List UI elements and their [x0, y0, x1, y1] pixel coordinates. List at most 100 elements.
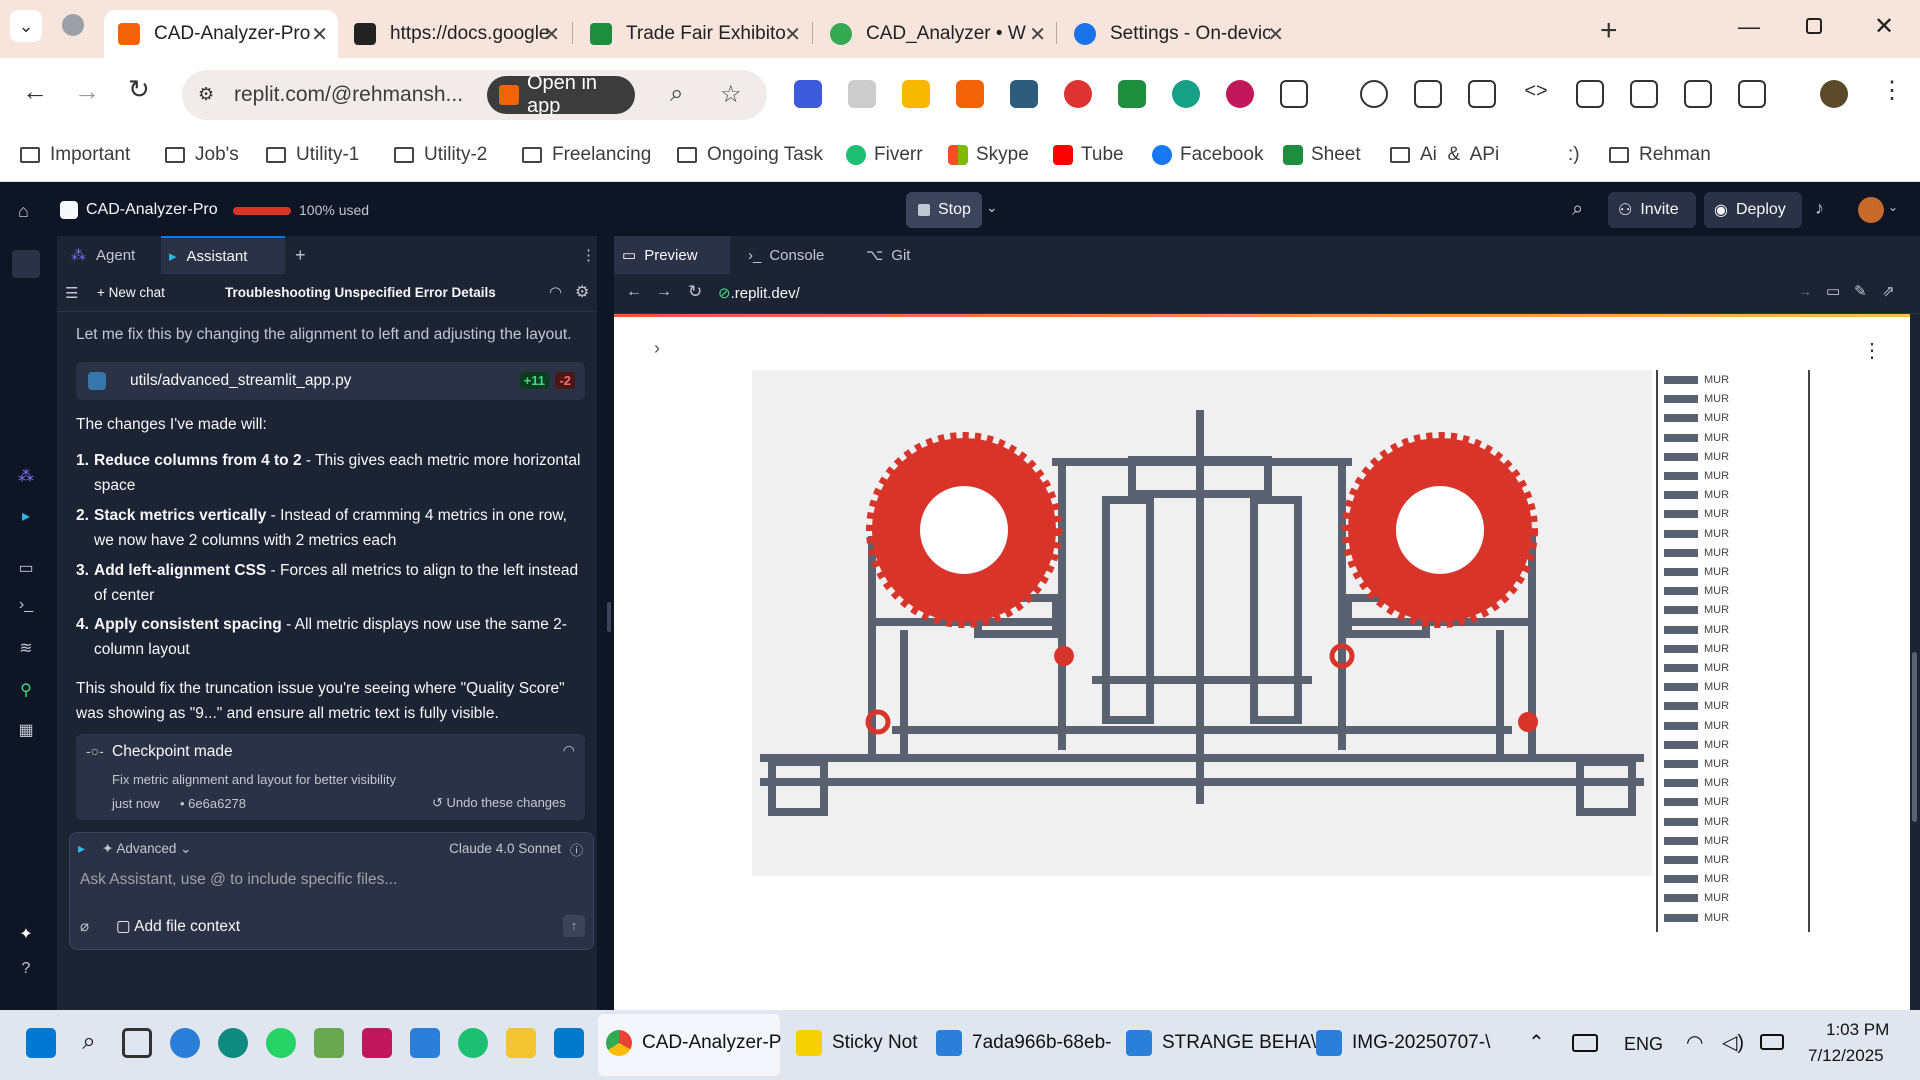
keyboard-icon[interactable] — [1572, 1034, 1598, 1052]
files-icon[interactable] — [12, 250, 40, 278]
close-window-button[interactable]: ✕ — [1874, 12, 1894, 41]
extension-icon[interactable] — [956, 80, 984, 108]
gear-icon[interactable]: ⚙ — [575, 282, 589, 302]
forward-icon[interactable]: → — [656, 283, 672, 301]
tab-preview[interactable]: ▭ Preview — [614, 236, 730, 274]
help-icon[interactable]: ? — [16, 960, 36, 980]
back-button[interactable]: ← — [22, 76, 48, 107]
forward-button[interactable]: → — [74, 76, 100, 107]
list-icon[interactable]: ☰ — [65, 284, 78, 302]
new-chat-button[interactable]: + New chat — [97, 285, 165, 300]
back-icon[interactable]: ← — [626, 283, 642, 301]
minimize-button[interactable]: — — [1738, 14, 1760, 40]
invite-button[interactable]: ⚇ Invite — [1608, 192, 1696, 228]
console-icon[interactable]: ›_ — [16, 596, 36, 616]
preview-url[interactable]: ⊘.replit.dev/ — [718, 284, 800, 302]
bookmark-fiverr[interactable]: Fiverr — [846, 144, 923, 166]
bookmark-rehman[interactable]: Rehman — [1609, 144, 1711, 166]
puzzle-icon[interactable] — [1280, 80, 1308, 108]
model-name[interactable]: Claude 4.0 Sonnet — [449, 841, 561, 856]
taskbar-app-image-1[interactable]: 7ada966b-68eb- — [936, 1030, 1111, 1056]
extension-icon[interactable] — [794, 80, 822, 108]
app-menu-icon[interactable]: ⋮ — [1862, 338, 1882, 363]
bookmark-ongoing-task[interactable]: Ongoing Task — [677, 144, 823, 166]
tab-trade-fair[interactable]: Trade Fair Exhibitor Dat ✕ — [576, 10, 811, 58]
pane-resizer[interactable] — [607, 602, 611, 632]
extension-icon[interactable] — [1010, 80, 1038, 108]
extension-icon[interactable] — [1064, 80, 1092, 108]
reading-list-icon[interactable] — [1630, 80, 1658, 108]
apps-icon[interactable]: ▦ — [16, 720, 36, 740]
tab-search-button[interactable]: ⌄ — [10, 10, 42, 42]
fiverr-icon[interactable] — [458, 1028, 488, 1058]
whatsapp-icon[interactable] — [266, 1028, 296, 1058]
tab-console[interactable]: ›_ Console — [740, 236, 846, 274]
address-bar[interactable]: ⚙ replit.com/@rehmansh... Open in app ⌕ … — [182, 70, 767, 120]
site-settings-icon[interactable]: ⚙ — [198, 84, 214, 105]
stop-button[interactable]: Stop — [906, 192, 982, 228]
chevron-down-icon[interactable]: ⌄ — [1888, 200, 1898, 214]
reload-button[interactable]: ↻ — [128, 74, 150, 105]
agent-icon[interactable]: ⁂ — [16, 466, 36, 486]
reload-icon[interactable]: ↻ — [688, 282, 702, 302]
wrench-icon[interactable]: ✎ — [1854, 282, 1867, 300]
search-icon[interactable]: ⌕ — [74, 1028, 104, 1058]
chevron-down-icon[interactable]: ⌄ — [986, 199, 998, 216]
ublock-icon[interactable] — [1226, 80, 1254, 108]
edge-icon[interactable] — [218, 1028, 248, 1058]
new-tab-button[interactable]: + — [1600, 14, 1618, 48]
avatar[interactable] — [1858, 197, 1884, 223]
code-icon[interactable]: <> — [1522, 80, 1550, 108]
add-tab-button[interactable]: + — [295, 236, 306, 274]
extension-icon[interactable] — [902, 80, 930, 108]
git-icon[interactable]: ⚲ — [16, 680, 36, 700]
bookmark-star-icon[interactable]: ☆ — [720, 80, 742, 109]
search-icon[interactable]: ⌕ — [1572, 198, 1583, 221]
vscode-icon[interactable] — [554, 1028, 584, 1058]
advanced-dropdown[interactable]: ✦ Advanced ⌄ — [102, 841, 191, 857]
bookmark-important[interactable]: Important — [20, 144, 130, 166]
battery-icon[interactable] — [1760, 1034, 1784, 1050]
clock-date[interactable]: 7/12/2025 — [1808, 1046, 1884, 1066]
speed-icon[interactable]: ◠ — [549, 283, 562, 301]
volume-icon[interactable]: ◁) — [1722, 1030, 1744, 1055]
globe-icon[interactable] — [62, 14, 84, 36]
bookmark-sheet[interactable]: Sheet — [1283, 144, 1361, 166]
taskbar-app-sticky[interactable]: Sticky Not — [796, 1030, 918, 1056]
taskbar-app-chrome-label[interactable]: CAD-Analyzer-P — [606, 1030, 781, 1056]
paperclip-icon[interactable]: ⌀ — [80, 917, 89, 935]
sidebar-expand-icon[interactable]: › — [654, 338, 660, 359]
tab-cad-analyzer[interactable]: CAD-Analyzer-Pro - Re ✕ — [104, 10, 338, 58]
menu-icon[interactable]: ⋮ — [1880, 76, 1904, 105]
bookmark-facebook[interactable]: Facebook — [1152, 144, 1263, 166]
bookmark-utility-2[interactable]: Utility-2 — [394, 144, 487, 166]
chevron-down-icon[interactable]: ⌄ — [487, 283, 497, 297]
preview-icon[interactable]: ▭ — [16, 558, 36, 578]
clock-time[interactable]: 1:03 PM — [1826, 1020, 1889, 1040]
copilot-icon[interactable] — [170, 1028, 200, 1058]
more-icon[interactable]: ⋮ — [581, 236, 596, 274]
extension-icon[interactable] — [848, 80, 876, 108]
file-change-card[interactable]: utils/advanced_streamlit_app.py +11 -2 — [76, 362, 585, 400]
extension-icon[interactable] — [1118, 80, 1146, 108]
bell-icon[interactable]: ♪ — [1815, 198, 1824, 219]
bookmark-smile[interactable]: :) — [1568, 144, 1580, 166]
send-button[interactable]: ↑ — [563, 915, 585, 937]
new-window-icon[interactable]: ⇗ — [1882, 282, 1895, 300]
bookmark-skype[interactable]: Skype — [948, 144, 1029, 166]
assistant-input[interactable]: Ask Assistant, use @ to include specific… — [80, 871, 580, 895]
assistant-icon[interactable]: ▸ — [16, 506, 36, 526]
undo-button[interactable]: ↺ Undo these changes — [432, 795, 566, 811]
store-icon[interactable] — [410, 1028, 440, 1058]
chat-title[interactable]: Troubleshooting Unspecified Error Detail… — [225, 285, 496, 300]
task-view-icon[interactable] — [122, 1028, 152, 1058]
tab-assistant[interactable]: ▸ Assistant — [161, 236, 285, 274]
card-icon[interactable] — [1576, 80, 1604, 108]
close-icon[interactable]: ✕ — [1029, 22, 1046, 47]
sparkle-icon[interactable]: ✦ — [16, 924, 36, 944]
bookmark-ai-api[interactable]: Ai & APi — [1390, 144, 1499, 166]
taskbar-app-image-2[interactable]: STRANGE BEHA\ — [1126, 1030, 1316, 1056]
speed-icon[interactable]: ◠ — [563, 742, 575, 759]
book-icon[interactable] — [1684, 80, 1712, 108]
info-icon[interactable]: ⓘ — [570, 840, 583, 859]
